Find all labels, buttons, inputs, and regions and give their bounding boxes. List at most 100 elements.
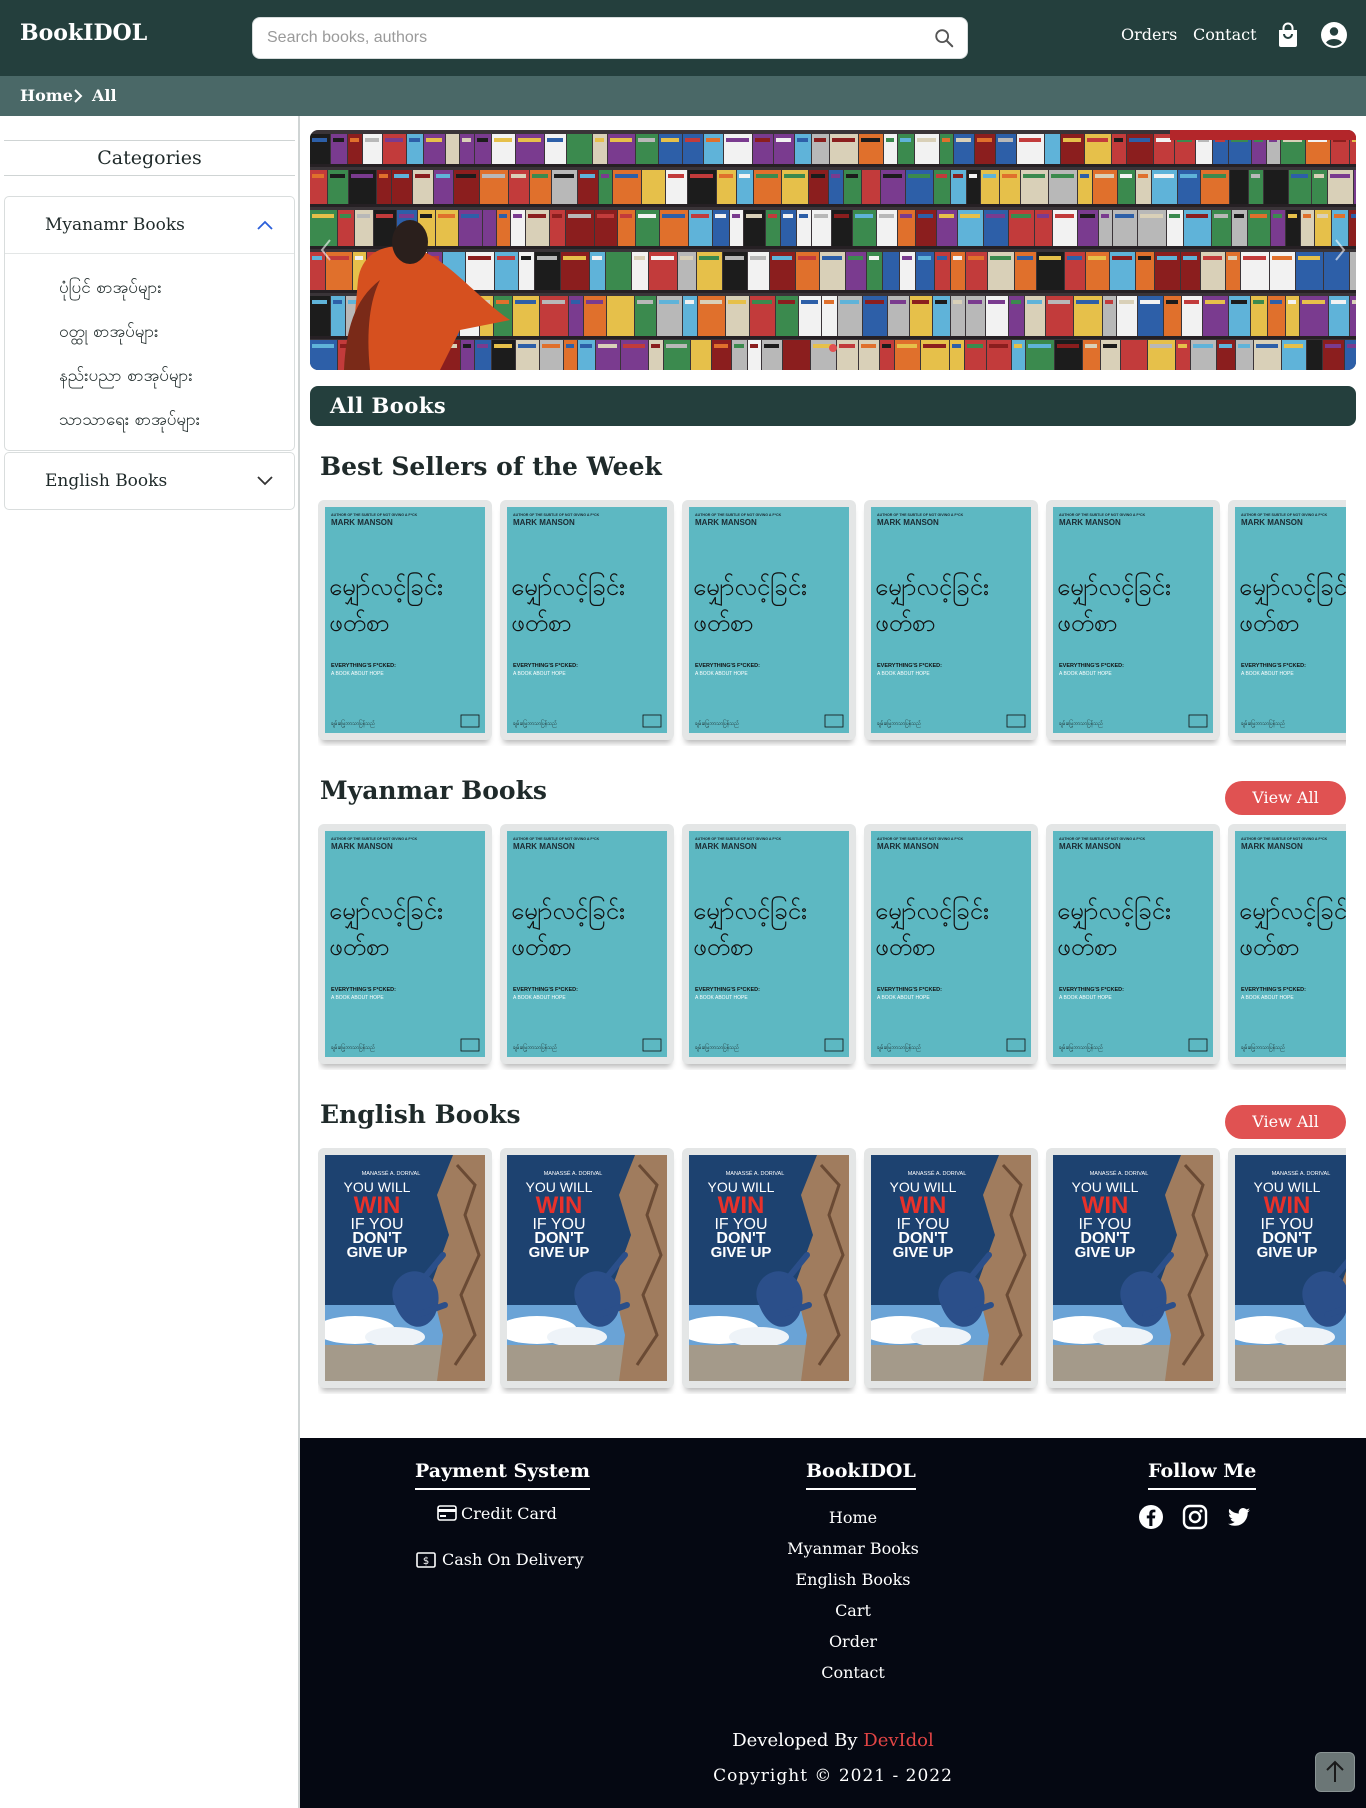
svg-text:WIN: WIN [536, 1192, 583, 1219]
book-card[interactable]: AUTHOR OF THE SUBTLE OF NOT GIVING A F*C… [1228, 824, 1346, 1064]
svg-text:ချမ်းမြေ့ဘာသာပြန်သည်: ချမ်းမြေ့ဘာသာပြန်သည် [1241, 720, 1285, 727]
svg-text:GIVE UP: GIVE UP [347, 1244, 408, 1261]
svg-text:GIVE UP: GIVE UP [529, 1244, 590, 1261]
breadcrumb: Home All [0, 76, 1366, 116]
footer-link-home[interactable]: Home [753, 1508, 953, 1527]
footer-link-english-books[interactable]: English Books [753, 1570, 953, 1589]
book-cover-image: AUTHOR OF THE SUBTLE OF NOT GIVING A F*C… [871, 507, 1031, 733]
svg-text:ဖတ်စာ: ဖတ်စာ [1057, 608, 1118, 637]
book-cover-image: AUTHOR OF THE SUBTLE OF NOT GIVING A F*C… [1053, 507, 1213, 733]
svg-text:MARK MANSON: MARK MANSON [695, 842, 757, 851]
category-item-technology[interactable]: နည်းပညာ စာအုပ်များ [5, 354, 294, 398]
book-card[interactable]: AUTHOR OF THE SUBTLE OF NOT GIVING A F*C… [500, 500, 674, 740]
book-card[interactable]: MANASSÉ A. DORIVAL YOU WILL WIN IF YOU DON'T… [682, 1148, 856, 1388]
book-cover-image: AUTHOR OF THE SUBTLE OF NOT GIVING A F*C… [689, 831, 849, 1057]
developer-link[interactable]: DevIdol [863, 1730, 933, 1751]
accordion-header-english-books[interactable]: English Books [5, 453, 294, 509]
nav-contact-link[interactable]: Contact [1193, 25, 1257, 44]
book-cover-image: MANASSÉ A. DORIVALYOU WILLWINIF YOUDON'T… [689, 1155, 849, 1381]
search-icon[interactable] [933, 27, 955, 49]
svg-text:A BOOK ABOUT HOPE: A BOOK ABOUT HOPE [877, 671, 930, 677]
search-input[interactable] [267, 18, 907, 58]
svg-text:ချမ်းမြေ့ဘာသာပြန်သည်: ချမ်းမြေ့ဘာသာပြန်သည် [331, 1044, 375, 1051]
svg-text:ဖတ်စာ: ဖတ်စာ [693, 932, 754, 961]
book-card[interactable]: AUTHOR OF THE SUBTLE OF NOT GIVING A F*C… [1046, 824, 1220, 1064]
hero-carousel[interactable] [310, 130, 1356, 370]
svg-text:WIN: WIN [354, 1192, 401, 1219]
footer-link-cart[interactable]: Cart [753, 1601, 953, 1620]
chevron-up-icon [257, 220, 273, 230]
nav-orders-link[interactable]: Orders [1121, 25, 1177, 44]
book-card[interactable]: AUTHOR OF THE SUBTLE OF NOT GIVING A F*C… [318, 500, 492, 740]
breadcrumb-home[interactable]: Home [20, 86, 73, 105]
svg-text:ချမ်းမြေ့ဘာသာပြန်သည်: ချမ်းမြေ့ဘာသာပြန်သည် [877, 720, 921, 727]
book-cover-image: AUTHOR OF THE SUBTLE OF NOT GIVING A F*C… [871, 831, 1031, 1057]
svg-text:ချမ်းမြေ့ဘာသာပြန်သည်: ချမ်းမြေ့ဘာသာပြန်သည် [695, 720, 739, 727]
user-account-icon[interactable] [1320, 21, 1348, 49]
book-card[interactable]: AUTHOR OF THE SUBTLE OF NOT GIVING A F*C… [864, 500, 1038, 740]
svg-text:AUTHOR OF THE SUBTLE OF NOT GI: AUTHOR OF THE SUBTLE OF NOT GIVING A F*C… [513, 513, 600, 517]
chevron-down-icon [257, 476, 273, 486]
svg-text:AUTHOR OF THE SUBTLE OF NOT GI: AUTHOR OF THE SUBTLE OF NOT GIVING A F*C… [331, 837, 418, 841]
svg-text:MARK MANSON: MARK MANSON [695, 518, 757, 527]
svg-text:WIN: WIN [900, 1192, 947, 1219]
book-cover-image: AUTHOR OF THE SUBTLE OF NOT GIVING A F*C… [507, 507, 667, 733]
svg-text:မျှော်လင့်ခြင်း: မျှော်လင့်ခြင်း [329, 571, 443, 606]
section-title-myanmar-books: Myanmar Books [320, 776, 547, 805]
category-item-religion[interactable]: သာသာရေး စာအုပ်များ [5, 398, 294, 442]
book-card[interactable]: AUTHOR OF THE SUBTLE OF NOT GIVING A F*C… [682, 500, 856, 740]
svg-text:ဖတ်စာ: ဖတ်စာ [875, 932, 936, 961]
svg-text:GIVE UP: GIVE UP [711, 1244, 772, 1261]
svg-text:မျှော်လင့်ခြင်း: မျှော်လင့်ခြင်း [875, 571, 989, 606]
svg-text:EVERYTHING'S F*CKED:: EVERYTHING'S F*CKED: [1241, 987, 1306, 993]
book-card[interactable]: AUTHOR OF THE SUBTLE OF NOT GIVING A F*C… [682, 824, 856, 1064]
accordion-header-myanmar-books[interactable]: Myanamr Books [5, 197, 294, 253]
book-card[interactable]: MANASSÉ A. DORIVAL YOU WILL WIN IF YOU DON'T… [1046, 1148, 1220, 1388]
footer-link-contact[interactable]: Contact [753, 1663, 953, 1682]
book-card[interactable]: AUTHOR OF THE SUBTLE OF NOT GIVING A F*C… [318, 824, 492, 1064]
book-card[interactable]: MANASSÉ A. DORIVAL YOU WILL WIN IF YOU DON'T… [318, 1148, 492, 1388]
all-books-header: All Books [310, 386, 1356, 426]
svg-text:မျှော်လင့်ခြင်း: မျှော်လင့်ခြင်း [329, 895, 443, 930]
svg-text:EVERYTHING'S F*CKED:: EVERYTHING'S F*CKED: [695, 987, 760, 993]
book-card[interactable]: AUTHOR OF THE SUBTLE OF NOT GIVING A F*C… [1046, 500, 1220, 740]
brand-logo[interactable]: BookIDOL [20, 20, 147, 46]
book-card[interactable]: MANASSÉ A. DORIVAL YOU WILL WIN IF YOU DON'T… [1228, 1148, 1346, 1388]
footer-link-order[interactable]: Order [753, 1632, 953, 1651]
svg-text:AUTHOR OF THE SUBTLE OF NOT GI: AUTHOR OF THE SUBTLE OF NOT GIVING A F*C… [1241, 837, 1328, 841]
twitter-icon[interactable] [1226, 1504, 1252, 1530]
book-card[interactable]: AUTHOR OF THE SUBTLE OF NOT GIVING A F*C… [864, 824, 1038, 1064]
accordion-label: Myanamr Books [45, 215, 185, 235]
svg-text:AUTHOR OF THE SUBTLE OF NOT GI: AUTHOR OF THE SUBTLE OF NOT GIVING A F*C… [877, 513, 964, 517]
svg-text:မျှော်လင့်ခြင်း: မျှော်လင့်ခြင်း [1057, 895, 1171, 930]
follow-me-heading: Follow Me [1148, 1460, 1257, 1490]
svg-text:MANASSÉ A. DORIVAL: MANASSÉ A. DORIVAL [908, 1170, 967, 1177]
book-card[interactable]: AUTHOR OF THE SUBTLE OF NOT GIVING A F*C… [500, 824, 674, 1064]
book-card[interactable]: MANASSÉ A. DORIVAL YOU WILL WIN IF YOU DON'T… [864, 1148, 1038, 1388]
book-card[interactable]: MANASSÉ A. DORIVAL YOU WILL WIN IF YOU DON'T… [500, 1148, 674, 1388]
book-row-myanmar: AUTHOR OF THE SUBTLE OF NOT GIVING A F*C… [318, 824, 1346, 1070]
svg-text:မျှော်လင့်ခြင်း: မျှော်လင့်ခြင်း [1239, 571, 1346, 606]
book-card[interactable]: AUTHOR OF THE SUBTLE OF NOT GIVING A F*C… [1228, 500, 1346, 740]
facebook-icon[interactable] [1138, 1504, 1164, 1530]
footer-brand-heading: BookIDOL [806, 1460, 916, 1490]
category-item-novels[interactable]: ဝတ္ထု စာအုပ်များ [5, 310, 294, 354]
back-to-top-button[interactable] [1315, 1752, 1355, 1792]
book-cover-image: AUTHOR OF THE SUBTLE OF NOT GIVING A F*C… [1235, 831, 1346, 1057]
categories-heading: Categories [4, 140, 295, 176]
svg-text:A BOOK ABOUT HOPE: A BOOK ABOUT HOPE [1059, 671, 1112, 677]
svg-text:မျှော်လင့်ခြင်း: မျှော်လင့်ခြင်း [693, 895, 807, 930]
category-item-stories[interactable]: ပုံပြင် စာအုပ်များ [5, 266, 294, 310]
footer-link-myanmar-books[interactable]: Myanmar Books [753, 1539, 953, 1558]
view-all-myanmar-button[interactable]: View All [1225, 781, 1346, 815]
svg-text:ချမ်းမြေ့ဘာသာပြန်သည်: ချမ်းမြေ့ဘာသာပြန်သည် [513, 1044, 557, 1051]
svg-text:WIN: WIN [718, 1192, 765, 1219]
cash-icon: $ [416, 1552, 436, 1568]
shopping-bag-icon[interactable] [1274, 21, 1302, 49]
book-row-best-sellers: AUTHOR OF THE SUBTLE OF NOT GIVING A F*C… [318, 500, 1346, 746]
svg-text:AUTHOR OF THE SUBTLE OF NOT GI: AUTHOR OF THE SUBTLE OF NOT GIVING A F*C… [331, 513, 418, 517]
svg-text:ဖတ်စာ: ဖတ်စာ [875, 608, 936, 637]
svg-text:MANASSÉ A. DORIVAL: MANASSÉ A. DORIVAL [1272, 1170, 1331, 1177]
instagram-icon[interactable] [1182, 1504, 1208, 1530]
view-all-english-button[interactable]: View All [1225, 1105, 1346, 1139]
